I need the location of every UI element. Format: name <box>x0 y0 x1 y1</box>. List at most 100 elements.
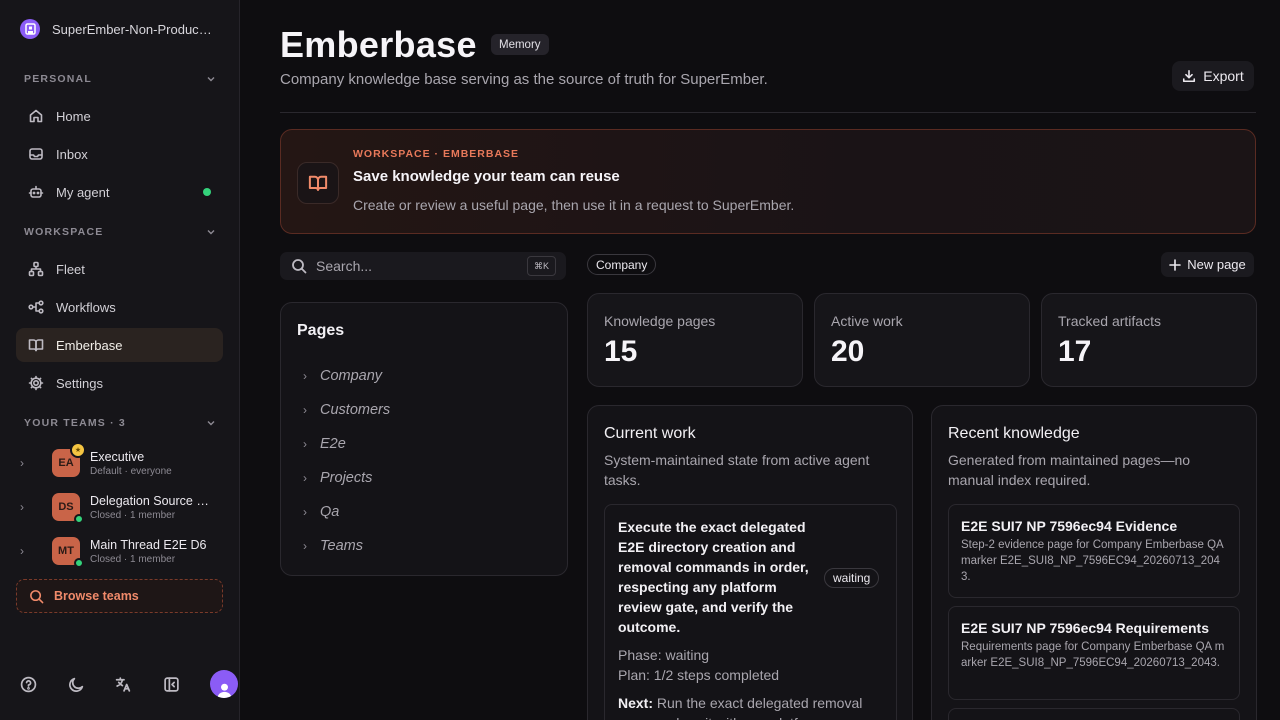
team-avatar: EA ★ <box>52 442 86 477</box>
team-sub: Closed · 1 member <box>90 553 176 565</box>
chevron-down-icon <box>207 421 215 426</box>
page-item-e2e[interactable]: › E2e <box>303 432 346 456</box>
nav-my-agent-label: My agent <box>56 184 110 200</box>
work-item-title: Execute the exact delegated E2E director… <box>618 519 809 635</box>
panel-description: Generated from maintained pages—no manua… <box>948 452 1191 488</box>
pages-tree: Pages › Company › Customers › E2e › Projects… <box>280 302 568 576</box>
stat-label: Tracked artifacts <box>1058 313 1161 329</box>
stat-value: 15 <box>604 335 638 368</box>
team-name: Delegation Source E2E <box>90 493 214 508</box>
chevron-right-icon[interactable]: › <box>303 403 307 417</box>
nav-inbox-label: Inbox <box>56 146 88 162</box>
section-workspace[interactable]: WORKSPACE <box>24 226 216 238</box>
work-phase: Phase: waiting <box>618 647 710 663</box>
recent-knowledge-panel: Recent knowledge Generated from maintain… <box>931 405 1257 720</box>
filter-chip-company[interactable]: Company <box>587 254 657 275</box>
page-item-company[interactable]: › Company <box>303 364 382 388</box>
nav-home[interactable]: Home <box>16 99 223 133</box>
work-item[interactable]: Execute the exact delegated E2E director… <box>604 504 897 720</box>
chevron-right-icon[interactable]: › <box>20 456 36 470</box>
sidebar-footer <box>20 668 238 700</box>
nav-my-agent[interactable]: My agent <box>16 175 223 209</box>
nav-emberbase[interactable]: Emberbase <box>16 328 223 362</box>
collapse-sidebar-button[interactable] <box>163 676 211 693</box>
online-indicator <box>74 514 84 524</box>
export-label: Export <box>1203 68 1244 84</box>
section-personal[interactable]: PERSONAL <box>24 73 216 85</box>
team-initials: DS <box>58 501 74 513</box>
user-avatar[interactable] <box>210 670 238 698</box>
page-item-label: Projects <box>320 470 373 486</box>
page-item-customers[interactable]: › Customers <box>303 398 390 422</box>
nav-home-label: Home <box>56 108 91 124</box>
nav-fleet[interactable]: Fleet <box>16 252 223 286</box>
sidebar: SuperEmber-Non-Production PERSONAL Home … <box>0 0 240 720</box>
page-item-label: Company <box>320 368 383 384</box>
section-teams[interactable]: YOUR TEAMS · 3 <box>24 417 216 429</box>
search-placeholder: Search... <box>316 258 373 274</box>
stat-value: 17 <box>1058 335 1092 368</box>
banner-description: Create or review a useful page, then use… <box>353 197 795 213</box>
knowledge-item-title: E2E SUI7 NP 7596ec94 Evidence <box>961 518 1178 534</box>
section-personal-label: PERSONAL <box>24 73 92 85</box>
team-delegation-source[interactable]: › DS Delegation Source E2E Closed · 1 me… <box>20 487 220 527</box>
collapse-sidebar-icon <box>163 676 179 692</box>
nav-settings-label: Settings <box>56 375 103 391</box>
page-item-projects[interactable]: › Projects <box>303 466 372 490</box>
nav-emberbase-label: Emberbase <box>56 337 123 353</box>
chevron-right-icon[interactable]: › <box>303 505 307 519</box>
new-page-button[interactable]: New page <box>1161 252 1254 277</box>
browse-teams-button[interactable]: Browse teams <box>16 579 223 613</box>
book-icon <box>297 162 339 204</box>
nav-settings[interactable]: Settings <box>16 366 223 400</box>
nav-inbox[interactable]: Inbox <box>16 137 223 171</box>
header-divider <box>280 112 1256 113</box>
translate-icon <box>115 676 131 692</box>
star-icon: ★ <box>70 442 86 458</box>
knowledge-item[interactable]: E2E SUI7 NP 7596ec94 Requirements Requir… <box>948 606 1240 700</box>
gear-icon <box>28 375 44 391</box>
export-button[interactable]: Export <box>1172 61 1254 91</box>
knowledge-item[interactable]: E2E SUI7 NP 7596ec94 Evidence Step-2 evi… <box>948 504 1240 598</box>
team-sub: Closed · 1 member <box>90 509 176 521</box>
team-sub: Default · everyone <box>90 465 172 477</box>
org-switcher[interactable]: SuperEmber-Non-Production <box>20 19 214 39</box>
knowledge-item-desc: Step-2 evidence page for Company Emberba… <box>961 539 1224 583</box>
download-icon <box>1183 69 1196 83</box>
page-item-label: Customers <box>320 402 391 418</box>
stat-knowledge-pages: Knowledge pages 15 <box>587 293 803 387</box>
chevron-right-icon[interactable]: › <box>303 369 307 383</box>
agent-online-indicator <box>203 188 211 196</box>
workflows-icon <box>28 300 44 314</box>
chevron-right-icon[interactable]: › <box>303 539 307 553</box>
search-input[interactable]: Search... ⌘K <box>280 252 566 280</box>
team-avatar: MT <box>52 537 84 568</box>
panel-description: System-maintained state from active agen… <box>604 452 870 488</box>
stat-value: 20 <box>831 335 865 368</box>
knowledge-item-title: E2E SUI7 NP 7596ec94 Requirements <box>961 620 1209 636</box>
chevron-down-icon <box>207 230 215 235</box>
online-indicator <box>74 558 84 568</box>
chevron-right-icon[interactable]: › <box>20 500 36 514</box>
help-button[interactable] <box>20 676 68 693</box>
chevron-right-icon[interactable]: › <box>20 544 36 558</box>
chevron-right-icon[interactable]: › <box>303 471 307 485</box>
team-name: Main Thread E2E D6 <box>90 537 207 552</box>
chevron-down-icon <box>207 77 215 82</box>
new-page-label: New page <box>1187 257 1246 272</box>
user-icon <box>217 683 232 698</box>
page-item-teams[interactable]: › Teams <box>303 534 363 558</box>
help-icon <box>20 676 37 692</box>
onboarding-banner: WORKSPACE · EMBERBASE Save knowledge you… <box>280 129 1256 234</box>
knowledge-item[interactable] <box>948 708 1240 720</box>
page-item-label: Teams <box>320 538 363 554</box>
nav-workflows[interactable]: Workflows <box>16 290 223 324</box>
chevron-right-icon[interactable]: › <box>303 437 307 451</box>
team-main-thread[interactable]: › MT Main Thread E2E D6 Closed · 1 membe… <box>20 531 220 571</box>
language-button[interactable] <box>115 676 163 693</box>
team-executive[interactable]: › EA ★ Executive Default · everyone <box>20 442 220 483</box>
team-avatar: DS <box>52 493 84 524</box>
page-item-label: Qa <box>320 504 340 520</box>
page-item-qa[interactable]: › Qa <box>303 500 339 524</box>
theme-toggle[interactable] <box>68 676 116 693</box>
